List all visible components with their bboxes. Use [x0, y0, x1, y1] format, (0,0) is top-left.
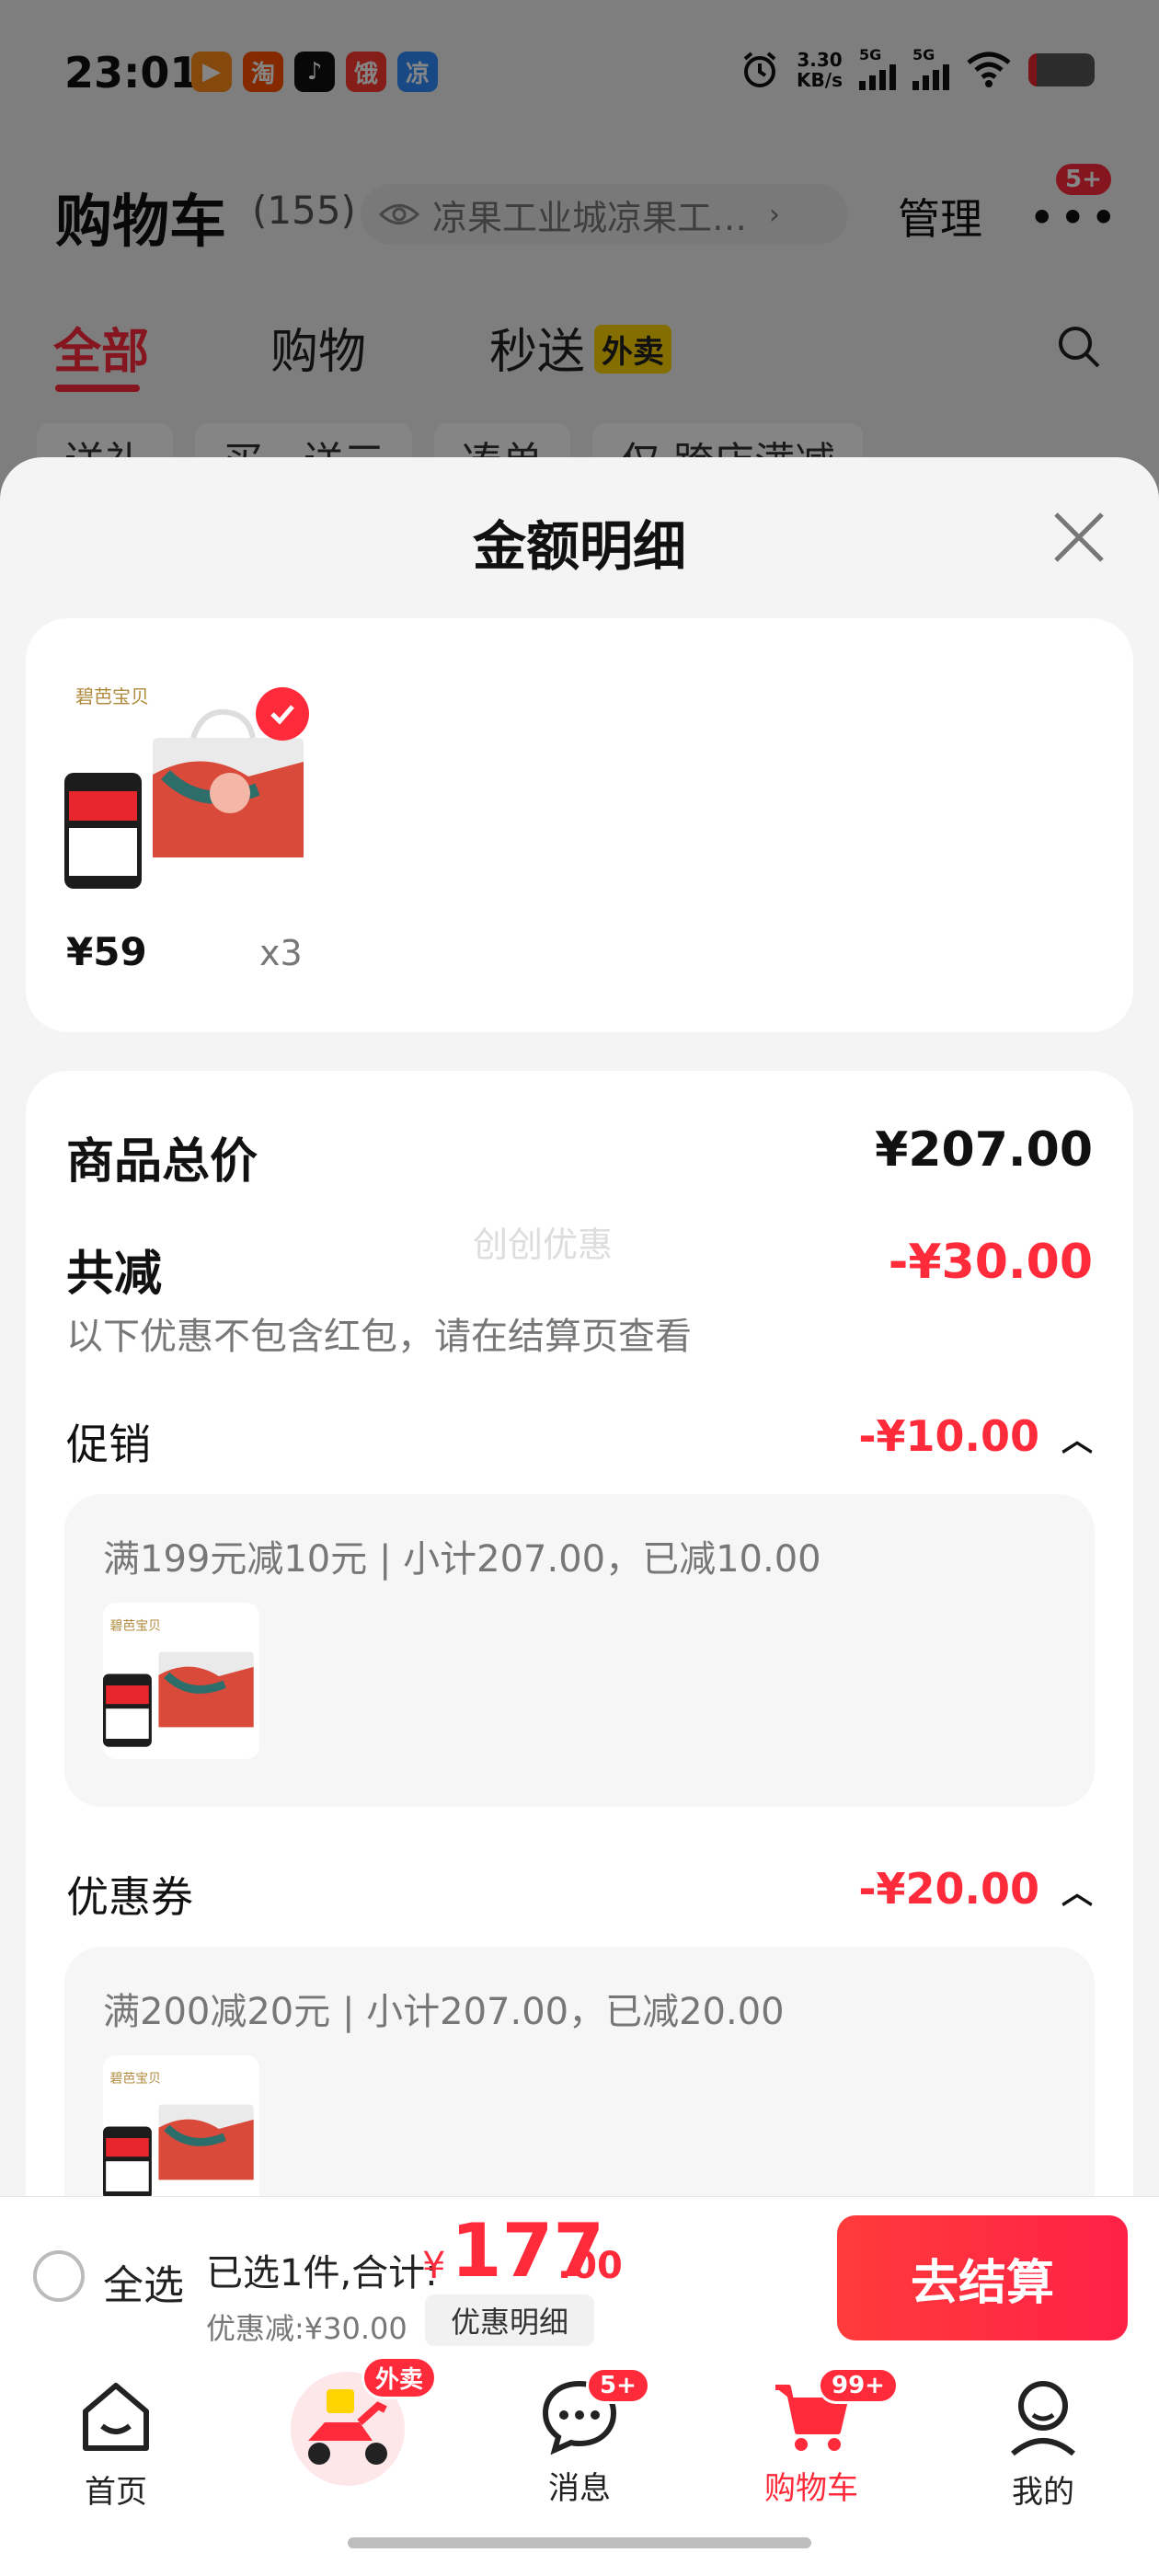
select-all-label[interactable]: 全选	[103, 2252, 184, 2311]
product-thumbnail: 碧芭宝贝	[103, 2055, 259, 2196]
checkout-button[interactable]: 去结算	[837, 2215, 1128, 2340]
discount-summary: 优惠减:¥30.00	[206, 2311, 407, 2346]
coupon-toggle[interactable]: -¥20.00 ︿	[858, 1864, 1093, 1914]
tab-label: 消息	[548, 2470, 611, 2507]
promotion-value: -¥10.00	[858, 1411, 1039, 1461]
takeout-badge: 外卖	[361, 2356, 438, 2399]
product-thumbnail: 碧芭宝贝	[103, 1603, 259, 1759]
svg-text:碧芭宝贝: 碧芭宝贝	[110, 2071, 161, 2087]
message-badge: 5+	[586, 2367, 650, 2404]
promotion-description: 满199元减10元 | 小计207.00，已减10.00	[103, 1538, 821, 1581]
product-card: 碧芭宝贝 ¥59 x3	[26, 618, 1133, 1032]
svg-text:碧芭宝贝: 碧芭宝贝	[110, 1618, 161, 1634]
profile-icon	[1011, 2381, 1075, 2456]
product-price: ¥59	[66, 929, 147, 974]
tab-delivery[interactable]: 外卖	[265, 2356, 438, 2489]
coupon-detail-box: 满200减20元 | 小计207.00，已减20.00 碧芭宝贝	[64, 1947, 1095, 2196]
watermark-text: 创创优惠	[473, 1225, 614, 1265]
cart-icon: 99+	[770, 2367, 899, 2457]
coupon-label: 优惠券	[66, 1872, 193, 1922]
product-quantity: x3	[259, 933, 303, 973]
total-reduction-value: -¥30.00	[888, 1235, 1093, 1290]
tab-label: 购物车	[764, 2470, 858, 2507]
close-icon[interactable]	[1049, 507, 1109, 568]
tab-home[interactable]: 首页	[33, 2375, 199, 2512]
tab-label: 我的	[1012, 2474, 1074, 2511]
tab-profile[interactable]: 我的	[960, 2375, 1126, 2512]
amount-detail-sheet: 金额明细 碧芭宝贝 ¥59 x3 商品总价 ¥207.00 创创优惠 共减 -¥…	[0, 457, 1159, 2196]
select-all-checkbox[interactable]	[33, 2250, 85, 2302]
promotion-detail-box: 满199元减10元 | 小计207.00，已减10.00 碧芭宝贝	[64, 1494, 1095, 1807]
chevron-up-icon: ︿	[1061, 1422, 1093, 1459]
delivery-scooter-icon: 外卖	[288, 2356, 438, 2489]
total-amount-decimal: .00	[557, 2245, 623, 2287]
coupon-value: -¥20.00	[858, 1864, 1039, 1914]
total-currency: ¥	[422, 2245, 446, 2287]
total-price-label: 商品总价	[66, 1134, 258, 1190]
tab-label: 首页	[85, 2474, 147, 2511]
home-icon	[83, 2383, 149, 2451]
promotion-label: 促销	[66, 1420, 151, 1469]
discount-detail-button[interactable]: 优惠明细	[425, 2294, 594, 2346]
chevron-up-icon: ︿	[1061, 1875, 1093, 1912]
promotion-toggle[interactable]: -¥10.00 ︿	[858, 1411, 1093, 1461]
total-price-value: ¥207.00	[875, 1122, 1093, 1178]
svg-text:碧芭宝贝: 碧芭宝贝	[75, 685, 149, 707]
home-indicator	[348, 2537, 811, 2548]
tab-messages[interactable]: 5+ 消息	[497, 2367, 662, 2508]
message-icon: 5+	[538, 2367, 650, 2457]
reduction-hint: 以下优惠不包含红包，请在结算页查看	[66, 1316, 692, 1358]
selected-check-icon	[256, 687, 309, 741]
price-breakdown-card: 商品总价 ¥207.00 创创优惠 共减 -¥30.00 以下优惠不包含红包，请…	[26, 1071, 1133, 2196]
cart-badge: 99+	[818, 2367, 899, 2404]
sheet-title: 金额明细	[472, 515, 686, 578]
total-reduction-label: 共减	[66, 1247, 163, 1302]
selected-summary: 已选1件,合计:	[206, 2252, 438, 2294]
checkout-bar: 全选 已选1件,合计: ¥ 177 .00 优惠减:¥30.00 优惠明细 去结…	[0, 2196, 1159, 2358]
coupon-description: 满200减20元 | 小计207.00，已减20.00	[103, 1991, 785, 2033]
tab-cart[interactable]: 99+ 购物车	[729, 2367, 899, 2508]
